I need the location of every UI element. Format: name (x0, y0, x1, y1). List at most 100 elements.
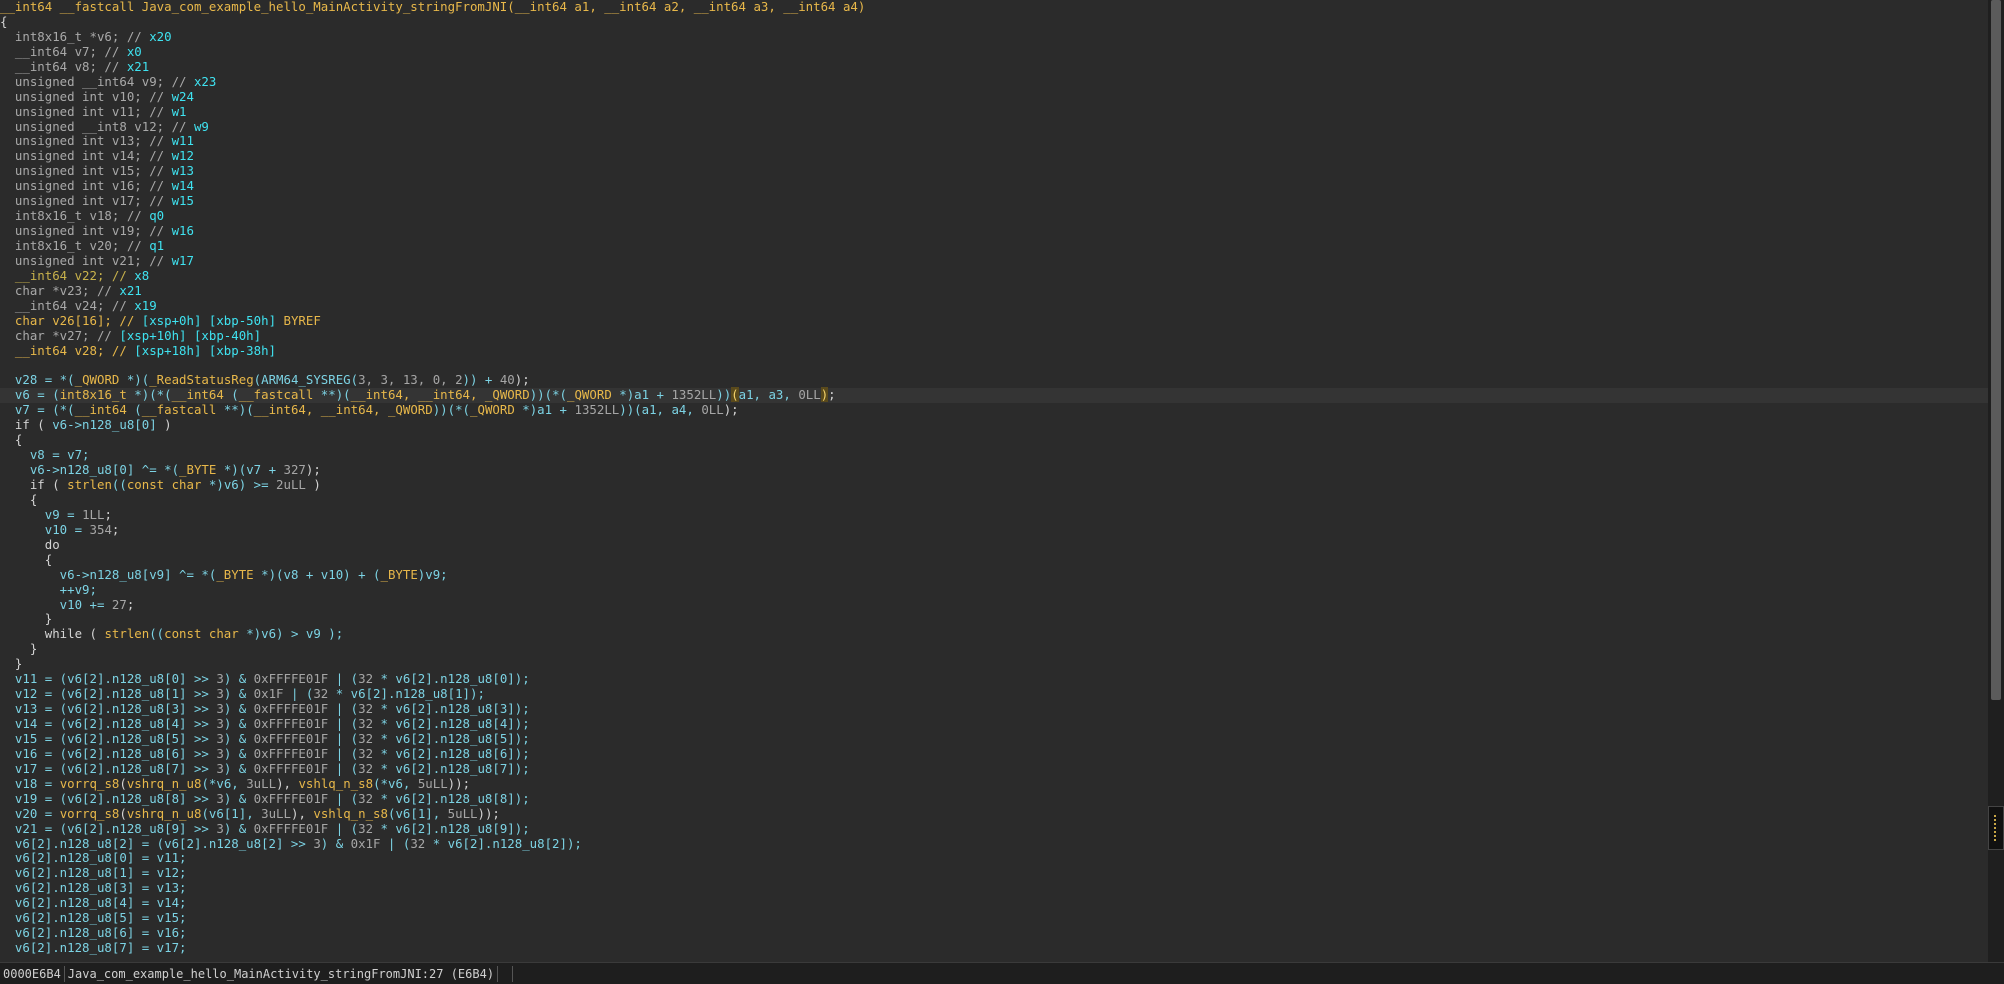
code-line[interactable]: do (0, 537, 1988, 553)
code-line[interactable]: v14 = (v6[2].n128_u8[4] >> 3) & 0xFFFFE0… (0, 716, 1988, 732)
code-line[interactable]: char v26[16]; // [xsp+0h] [xbp-50h] BYRE… (0, 313, 1988, 329)
code-line[interactable]: v6->n128_u8[0] ^= *(_BYTE *)(v7 + 327); (0, 462, 1988, 478)
code-line[interactable]: v13 = (v6[2].n128_u8[3] >> 3) & 0xFFFFE0… (0, 701, 1988, 717)
code-line[interactable]: unsigned int v15; // w13 (0, 163, 1988, 179)
code-line[interactable]: { (0, 432, 1988, 448)
code-line[interactable]: while ( strlen((const char *)v6) > v9 ); (0, 626, 1988, 642)
code-line[interactable]: v6[2].n128_u8[5] = v15; (0, 910, 1988, 926)
code-line[interactable]: unsigned int v14; // w12 (0, 148, 1988, 164)
code-token: _QWORD (567, 387, 612, 403)
code-line[interactable]: } (0, 641, 1988, 657)
overview-marker[interactable] (1988, 806, 2004, 850)
code-line[interactable]: int8x16_t v18; // q0 (0, 208, 1988, 224)
code-line[interactable]: { (0, 552, 1988, 568)
code-token: v8 = v7; (0, 447, 90, 463)
code-line[interactable]: { (0, 492, 1988, 508)
code-line[interactable]: unsigned int v13; // w11 (0, 133, 1988, 149)
code-token: 3 (313, 835, 321, 851)
code-line[interactable]: __int64 v7; // x0 (0, 44, 1988, 60)
code-token: * v6[2].n128_u8[2]); (425, 835, 582, 851)
code-line[interactable]: v17 = (v6[2].n128_u8[7] >> 3) & 0xFFFFE0… (0, 761, 1988, 777)
code-line[interactable]: __int64 __fastcall Java_com_example_hell… (0, 0, 1988, 15)
code-token: *)(v7 + (216, 462, 284, 478)
code-token: char *v23; // (0, 282, 120, 298)
code-line[interactable]: __int64 v8; // x21 (0, 58, 1988, 75)
code-line[interactable]: v6[2].n128_u8[3] = v13; (0, 880, 1988, 896)
code-token: 0xFFFFE01F (253, 820, 329, 836)
code-token: __fastcall (141, 402, 217, 418)
code-token: ) & (223, 790, 254, 806)
code-line[interactable] (0, 359, 1988, 374)
code-line[interactable]: v15 = (v6[2].n128_u8[5] >> 3) & 0xFFFFE0… (0, 731, 1988, 747)
code-token: v20 = (0, 805, 60, 821)
code-line[interactable]: unsigned int v21; // w17 (0, 253, 1988, 269)
code-token: ) & (223, 686, 254, 702)
code-token: 0xFFFFE01F (253, 701, 329, 717)
code-token: v6[2].n128_u8[6] = v16; (0, 925, 187, 941)
code-line[interactable]: unsigned int v10; // w24 (0, 89, 1988, 105)
pseudocode-view[interactable]: __int64 __fastcall Java_com_example_hell… (0, 0, 1988, 962)
code-line[interactable]: v6[2].n128_u8[4] = v14; (0, 895, 1988, 911)
code-line[interactable]: __int64 v22; // x8 (0, 268, 1988, 284)
code-token: 327 (283, 462, 306, 478)
scrollbar-thumb[interactable] (1991, 0, 2001, 700)
code-token: ( (223, 387, 239, 403)
code-token: ; (126, 596, 135, 612)
code-token: *)(*( (126, 387, 172, 403)
code-line[interactable]: unsigned __int8 v12; // w9 (0, 119, 1988, 135)
code-line[interactable]: v6[2].n128_u8[7] = v17; (0, 940, 1988, 956)
code-line[interactable]: char *v27; // [xsp+10h] [xbp-40h] (0, 328, 1988, 344)
code-line[interactable]: unsigned __int64 v9; // x23 (0, 74, 1988, 90)
code-line[interactable]: int8x16_t *v6; // x20 (0, 29, 1988, 45)
code-line[interactable]: v18 = vorrq_s8(vshrq_n_u8(*v6, 3uLL), vs… (0, 776, 1988, 792)
code-line[interactable]: } (0, 611, 1988, 627)
code-line[interactable]: unsigned int v19; // w16 (0, 223, 1988, 239)
code-line[interactable]: v21 = (v6[2].n128_u8[9] >> 3) & 0xFFFFE0… (0, 820, 1988, 837)
code-token: q1 (149, 238, 165, 253)
code-line[interactable]: v10 += 27; (0, 596, 1988, 613)
code-token: ); (514, 372, 530, 388)
code-line[interactable]: ++v9; (0, 582, 1988, 598)
code-line[interactable]: int8x16_t v20; // q1 (0, 238, 1988, 254)
code-line[interactable]: v6[2].n128_u8[2] = (v6[2].n128_u8[2] >> … (0, 835, 1988, 852)
code-line[interactable]: unsigned int v16; // w14 (0, 178, 1988, 194)
code-line[interactable]: v6[2].n128_u8[0] = v11; (0, 850, 1988, 866)
code-line[interactable]: v6[2].n128_u8[1] = v12; (0, 865, 1988, 881)
code-line[interactable]: v7 = (*(__int64 (__fastcall **)(__int64,… (0, 402, 1988, 418)
code-line[interactable]: unsigned int v11; // w1 (0, 103, 1988, 120)
code-token: (( (111, 477, 127, 492)
code-line[interactable]: char *v23; // x21 (0, 282, 1988, 299)
code-line[interactable]: v28 = *(_QWORD *)(_ReadStatusReg(ARM64_S… (0, 372, 1988, 388)
code-token: 32 (358, 790, 374, 806)
code-token: vshrq_n_u8 (126, 805, 202, 821)
code-token: __int64 v8; // (0, 58, 127, 74)
code-token: __int64 __fastcall Java_com_example_hell… (0, 0, 866, 14)
code-line[interactable]: v9 = 1LL; (0, 507, 1988, 523)
code-token: v11 = (v6[2].n128_u8[0] >> (0, 671, 217, 687)
code-line[interactable]: v20 = vorrq_s8(vshrq_n_u8(v6[1], 3uLL), … (0, 805, 1988, 822)
code-line[interactable]: v6->n128_u8[v9] ^= *(_BYTE *)(v8 + v10) … (0, 566, 1988, 583)
code-token: v6->n128_u8[0] (52, 417, 157, 433)
code-line[interactable]: { (0, 14, 1988, 30)
code-line[interactable]: __int64 v24; // x19 (0, 298, 1988, 314)
code-token: 32 (313, 686, 329, 702)
code-token: ))(a1, a4, (619, 402, 702, 418)
code-line[interactable]: if ( strlen((const char *)v6) >= 2uLL ) (0, 477, 1988, 493)
code-token: w1 (171, 103, 187, 119)
code-line[interactable]: v8 = v7; (0, 447, 1988, 463)
code-line[interactable]: if ( v6->n128_u8[0] ) (0, 417, 1988, 433)
code-line[interactable]: v10 = 354; (0, 522, 1988, 538)
code-line[interactable]: v16 = (v6[2].n128_u8[6] >> 3) & 0xFFFFE0… (0, 746, 1988, 762)
code-line[interactable]: __int64 v28; // [xsp+18h] [xbp-38h] (0, 343, 1988, 359)
code-token: v12 = (v6[2].n128_u8[1] >> (0, 686, 217, 702)
code-token: int8x16_t (59, 387, 127, 403)
code-token: )v9; (417, 566, 448, 582)
code-line[interactable]: v19 = (v6[2].n128_u8[8] >> 3) & 0xFFFFE0… (0, 790, 1988, 807)
code-line[interactable]: } (0, 656, 1988, 672)
code-line[interactable]: v11 = (v6[2].n128_u8[0] >> 3) & 0xFFFFE0… (0, 671, 1988, 687)
code-line[interactable]: v6 = (int8x16_t *)(*(__int64 (__fastcall… (0, 387, 1988, 404)
code-line[interactable]: v12 = (v6[2].n128_u8[1] >> 3) & 0x1F | (… (0, 686, 1988, 702)
code-token: strlen (67, 477, 112, 492)
code-line[interactable]: v6[2].n128_u8[6] = v16; (0, 925, 1988, 941)
code-line[interactable]: unsigned int v17; // w15 (0, 193, 1988, 209)
